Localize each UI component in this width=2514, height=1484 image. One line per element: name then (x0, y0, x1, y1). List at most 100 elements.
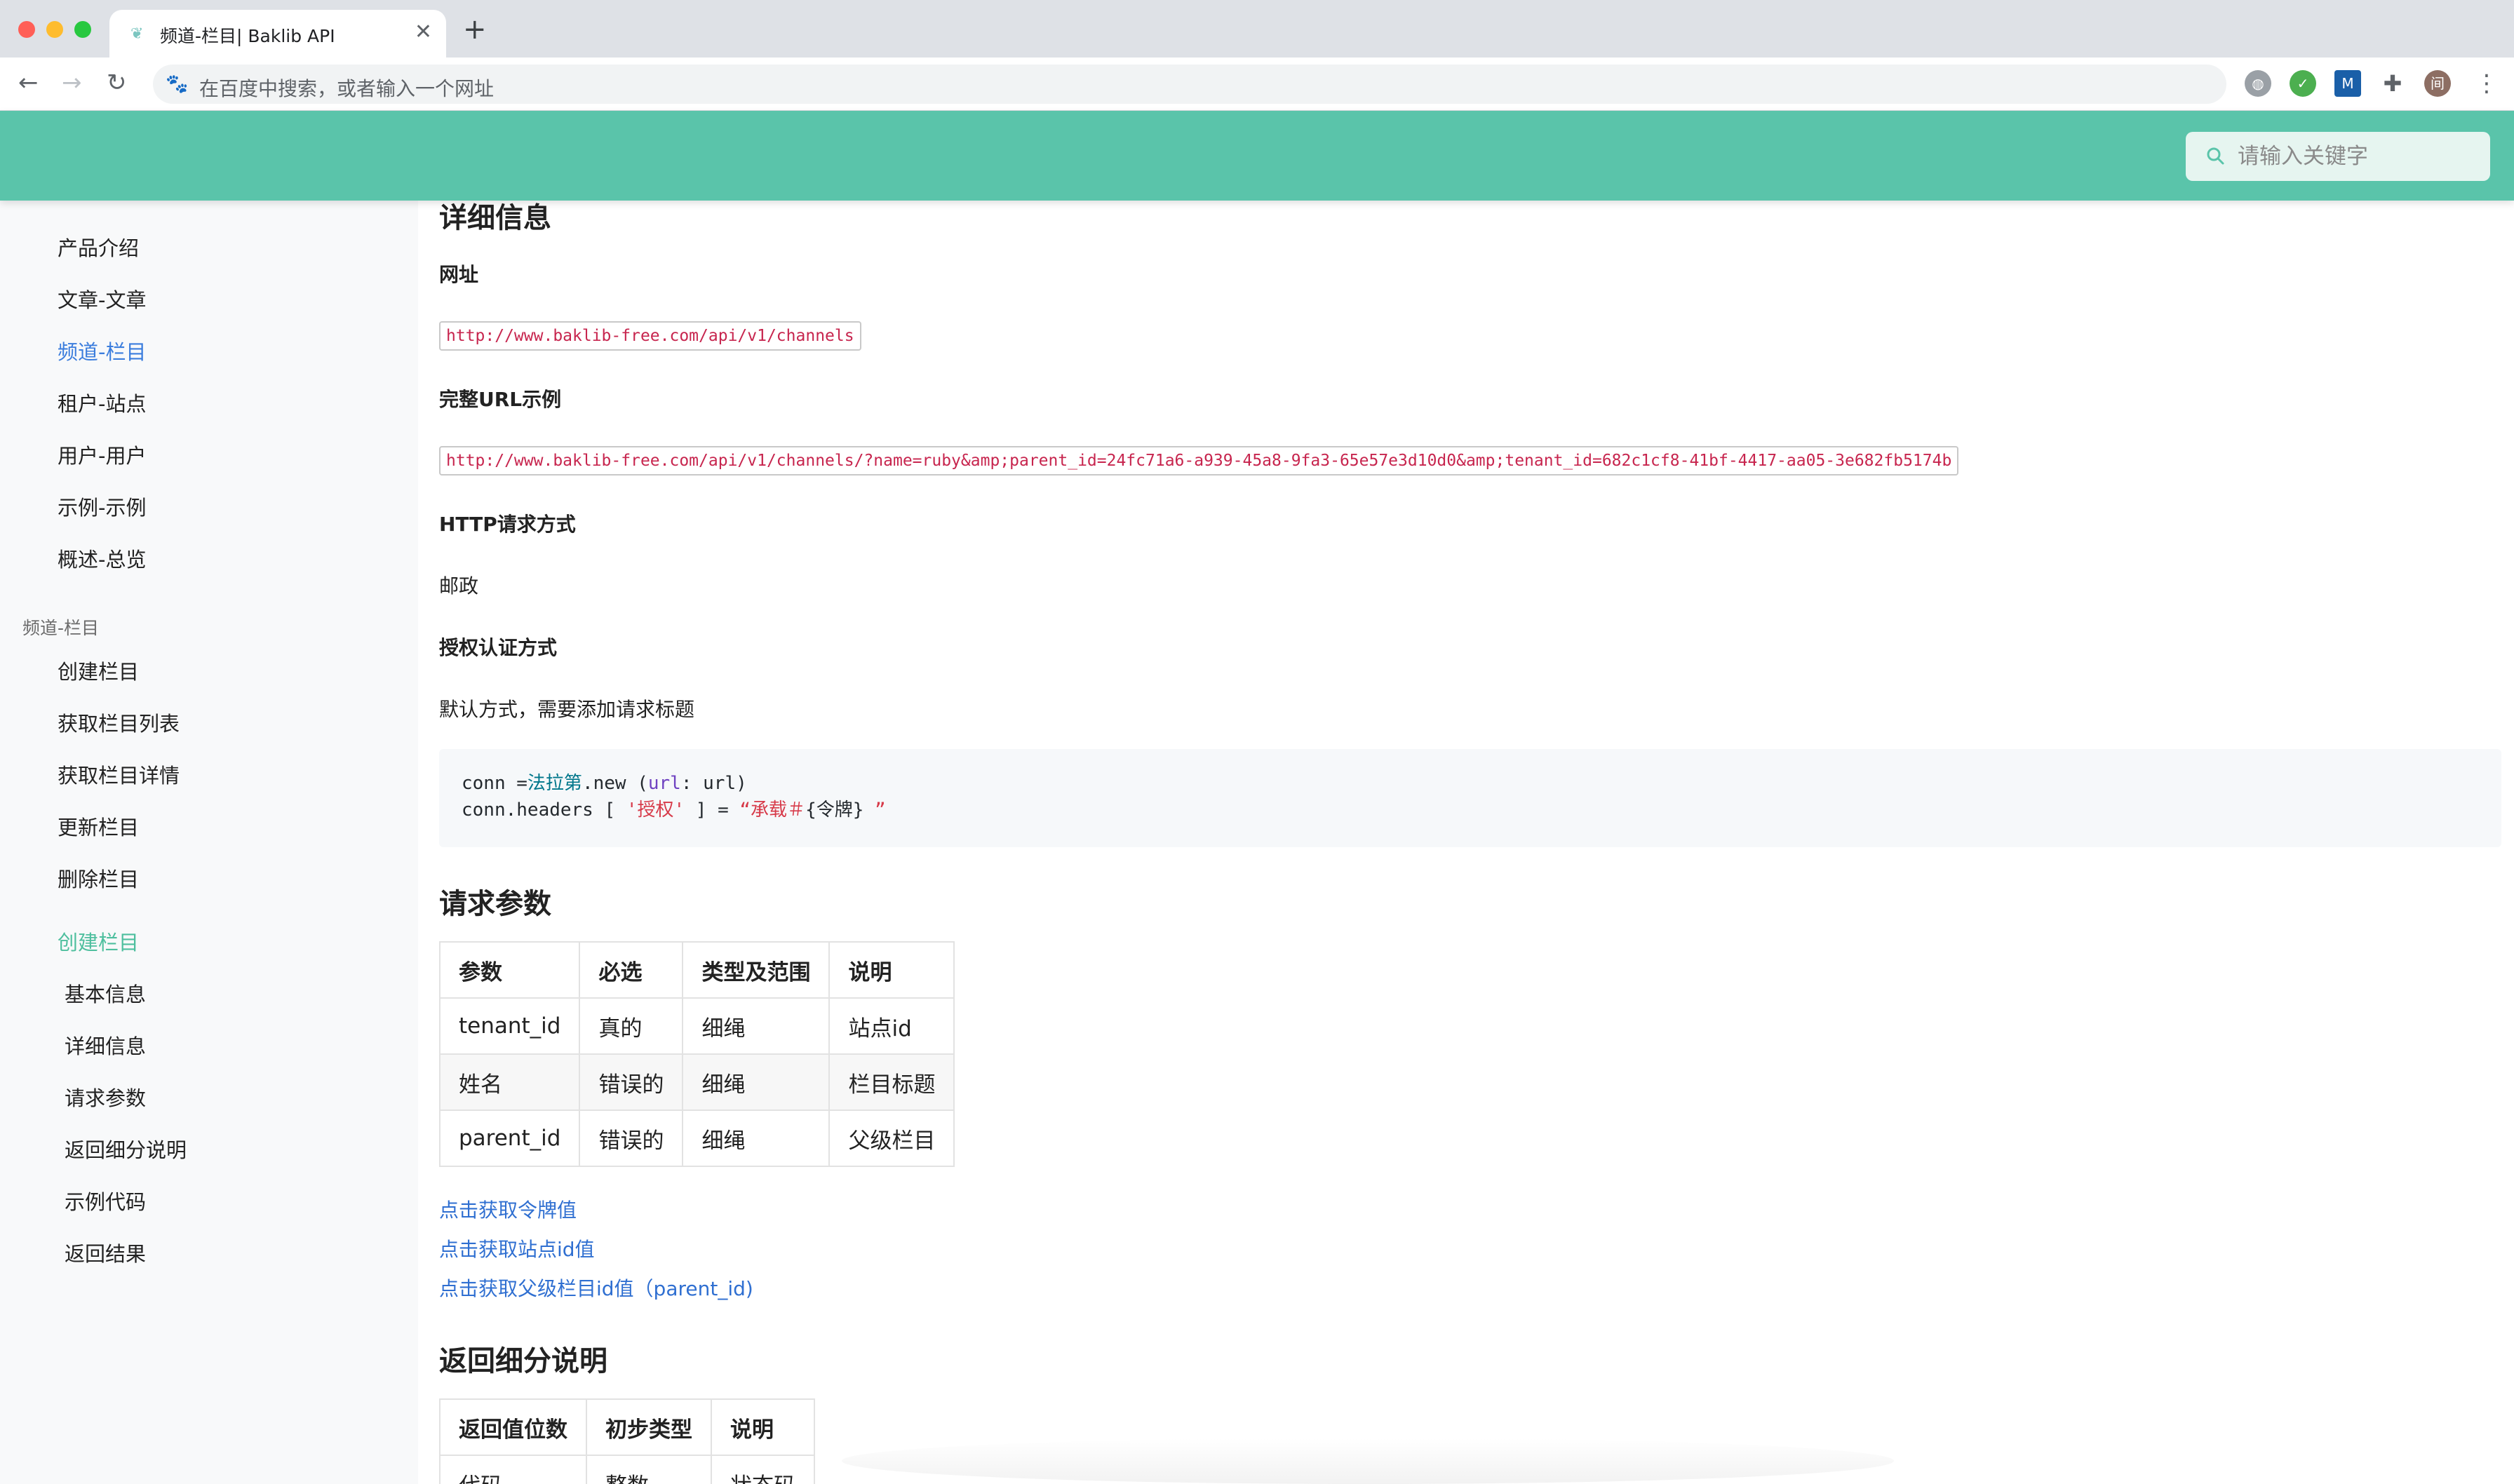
window-close-button[interactable] (18, 21, 35, 38)
table-header: 说明 (828, 941, 955, 999)
toc-item-example-code[interactable]: 示例代码 (65, 1188, 146, 1216)
table-cell: 细绳 (682, 997, 831, 1055)
table-cell: 整数 (586, 1455, 712, 1484)
sidebar-item-delete-channel[interactable]: 删除栏目 (58, 865, 139, 893)
toc-item-detail-info[interactable]: 详细信息 (65, 1032, 146, 1060)
get-token-link[interactable]: 点击获取令牌值 (439, 1195, 577, 1223)
table-row: 姓名 错误的 细绳 栏目标题 (439, 1053, 955, 1111)
toc-item-return-result[interactable]: 返回结果 (65, 1240, 146, 1268)
table-header: 说明 (711, 1398, 815, 1456)
table-cell: 栏目标题 (828, 1053, 955, 1111)
code-token: {令牌} (805, 800, 864, 821)
extension-globe-icon[interactable]: ◍ (2245, 70, 2271, 97)
toc-item-return-details[interactable]: 返回细分说明 (65, 1136, 187, 1164)
footer-shadow (842, 1438, 1894, 1484)
get-parent-id-link[interactable]: 点击获取父级栏目id值（parent_id) (439, 1274, 753, 1302)
table-header: 类型及范围 (682, 941, 831, 999)
toc-section-title[interactable]: 创建栏目 (58, 929, 139, 957)
address-bar[interactable]: 🐾 在百度中搜索，或者输入一个网址 (153, 65, 2226, 104)
sidebar-item-list-channels[interactable]: 获取栏目列表 (58, 710, 180, 738)
table-header: 参数 (439, 941, 581, 999)
table-header: 返回值位数 (439, 1398, 587, 1456)
back-arrow-icon[interactable]: ← (18, 67, 39, 98)
sidebar-item-examples[interactable]: 示例-示例 (58, 494, 146, 522)
tab-close-icon[interactable]: ✕ (415, 20, 432, 45)
extensions-puzzle-icon[interactable]: ✚ (2379, 70, 2406, 97)
url-label: 网址 (439, 263, 479, 286)
table-cell: 错误的 (579, 1053, 684, 1111)
table-cell: 父级栏目 (828, 1109, 955, 1167)
toc-item-request-params[interactable]: 请求参数 (65, 1084, 146, 1112)
sidebar-item-channels[interactable]: 频道-栏目 (58, 338, 146, 366)
table-cell: 站点id (828, 997, 955, 1055)
search-icon (2207, 147, 2224, 165)
browser-tab-bar: ❦ 频道-栏目| Baklib API ✕ + (0, 0, 2514, 58)
window-zoom-button[interactable] (74, 21, 91, 38)
table-cell: 错误的 (579, 1109, 684, 1167)
site-favicon-icon: ❦ (130, 25, 144, 43)
browser-tab[interactable]: ❦ 频道-栏目| Baklib API ✕ (109, 10, 446, 58)
window-minimize-button[interactable] (46, 21, 63, 38)
code-block: conn =法拉第.new (url: url) conn.headers [ … (439, 749, 2501, 847)
code-token: 法拉第 (527, 773, 582, 794)
code-token: .new ( (582, 773, 648, 794)
sidebar-item-product-intro[interactable]: 产品介绍 (58, 234, 139, 262)
forward-arrow-icon[interactable]: → (62, 67, 82, 98)
detail-info-heading: 详细信息 (439, 202, 551, 234)
table-cell: 细绳 (682, 1053, 831, 1111)
profile-avatar[interactable]: 间 (2424, 70, 2451, 97)
sidebar-item-create-channel[interactable]: 创建栏目 (58, 658, 139, 686)
get-tenant-id-link[interactable]: 点击获取站点id值 (439, 1234, 595, 1262)
code-token: conn.headers [ (462, 800, 626, 821)
table-cell: tenant_id (439, 997, 581, 1055)
table-row: 代码 整数 状态码 (439, 1455, 815, 1484)
full-url-example: http://www.baklib-free.com/api/v1/channe… (439, 446, 1959, 475)
table-cell: 细绳 (682, 1109, 831, 1167)
auth-value: 默认方式，需要添加请求标题 (439, 698, 695, 721)
site-header (0, 111, 2514, 201)
sidebar-item-articles[interactable]: 文章-文章 (58, 286, 146, 314)
sidebar-group-title: 频道-栏目 (22, 618, 100, 638)
return-details-heading: 返回细分说明 (439, 1345, 607, 1377)
endpoint-url: http://www.baklib-free.com/api/v1/channe… (439, 321, 861, 351)
sidebar-item-tenants[interactable]: 租户-站点 (58, 390, 146, 418)
table-cell: 代码 (439, 1455, 587, 1484)
browser-menu-icon[interactable]: ⋮ (2475, 70, 2499, 97)
table-header: 必选 (579, 941, 684, 999)
sidebar-item-overview[interactable]: 概述-总览 (58, 546, 146, 574)
sidebar: 产品介绍 文章-文章 频道-栏目 租户-站点 用户-用户 示例-示例 概述-总览… (0, 201, 418, 1484)
table-header-row: 参数 必选 类型及范围 说明 (439, 941, 955, 999)
request-params-table: 参数 必选 类型及范围 说明 tenant_id 真的 细绳 站点id 姓名 错… (439, 941, 955, 1167)
reload-icon[interactable]: ↻ (107, 67, 127, 98)
baidu-search-icon: 🐾 (166, 74, 189, 95)
new-tab-button[interactable]: + (463, 14, 487, 45)
address-bar-placeholder: 在百度中搜索，或者输入一个网址 (199, 77, 495, 100)
site-search-box[interactable] (2186, 132, 2490, 181)
table-cell: 状态码 (711, 1455, 815, 1484)
table-header-row: 返回值位数 初步类型 说明 (439, 1398, 815, 1456)
extension-check-icon[interactable]: ✓ (2290, 70, 2316, 97)
return-details-table: 返回值位数 初步类型 说明 代码 整数 状态码 (439, 1398, 815, 1484)
code-line-1: conn =法拉第.new (url: url) (462, 773, 747, 794)
extension-m-icon[interactable]: M (2334, 70, 2361, 97)
table-cell: 真的 (579, 997, 684, 1055)
code-token: url (647, 773, 681, 794)
sidebar-item-channel-detail[interactable]: 获取栏目详情 (58, 762, 180, 790)
sidebar-item-users[interactable]: 用户-用户 (58, 442, 146, 470)
toc-item-basic-info[interactable]: 基本信息 (65, 980, 146, 1009)
table-cell: parent_id (439, 1109, 581, 1167)
code-token: '授权' (626, 800, 685, 821)
sidebar-item-update-channel[interactable]: 更新栏目 (58, 814, 139, 842)
code-line-2: conn.headers [ '授权' ] = “承载＃{令牌} ” (462, 800, 886, 821)
table-header: 初步类型 (586, 1398, 712, 1456)
site-search-input[interactable] (2238, 140, 2476, 173)
tab-title: 频道-栏目| Baklib API (160, 26, 335, 46)
full-url-label: 完整URL示例 (439, 388, 562, 411)
http-method-label: HTTP请求方式 (439, 513, 576, 536)
request-params-heading: 请求参数 (439, 888, 551, 920)
table-row: tenant_id 真的 细绳 站点id (439, 997, 955, 1055)
code-token: “承载＃ (739, 800, 806, 821)
code-token: : url) (680, 773, 747, 794)
http-method-value: 邮政 (439, 574, 479, 598)
code-token: ” (863, 800, 886, 821)
